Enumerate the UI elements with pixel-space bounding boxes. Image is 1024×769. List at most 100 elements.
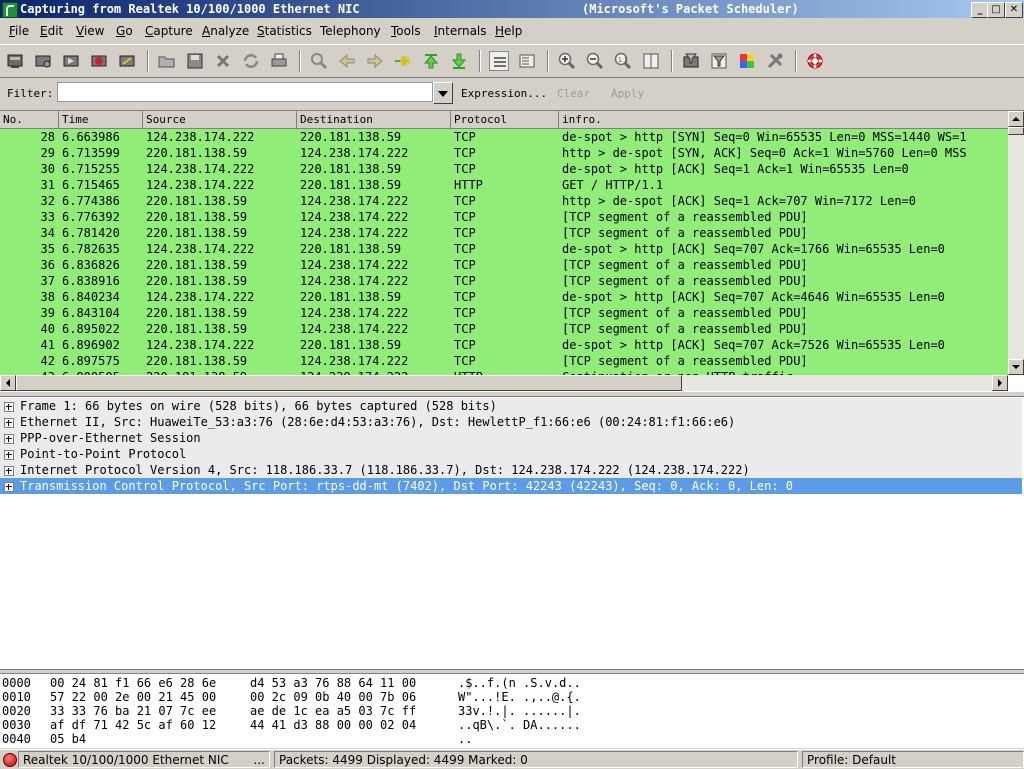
detail-row-ipv4[interactable]: Internet Protocol Version 4, Src: 118.18… xyxy=(0,462,1022,478)
expert-info-led-icon[interactable] xyxy=(3,753,17,767)
packet-row[interactable]: 35 6.782635 124.238.174.222 220.181.138.59 T… xyxy=(0,241,1008,257)
scroll-thumb[interactable] xyxy=(1008,127,1024,135)
save-file-icon[interactable] xyxy=(185,51,205,71)
packet-cell-dst: 124.238.174.222 xyxy=(300,194,409,208)
packet-row[interactable]: 37 6.838916 220.181.138.59 124.238.174.222 T… xyxy=(0,273,1008,289)
open-file-icon[interactable] xyxy=(157,51,177,71)
expand-icon[interactable] xyxy=(4,434,14,444)
help-lifebuoy-icon[interactable] xyxy=(805,51,825,71)
go-back-icon[interactable] xyxy=(337,51,357,71)
preferences-icon[interactable] xyxy=(765,51,785,71)
zoom-out-icon[interactable] xyxy=(585,51,605,71)
resize-columns-icon[interactable] xyxy=(641,51,661,71)
close-button[interactable]: ✕ xyxy=(1005,2,1023,18)
status-profile[interactable]: Profile: Default xyxy=(802,751,1024,768)
detail-row-ppp[interactable]: Point-to-Point Protocol xyxy=(0,446,1022,462)
stop-capture-icon[interactable] xyxy=(89,51,109,71)
find-packet-icon[interactable] xyxy=(309,51,329,71)
packet-row[interactable]: 30 6.715255 124.238.174.222 220.181.138.59 T… xyxy=(0,161,1008,177)
packet-cell-src: 124.238.174.222 xyxy=(146,162,255,176)
menu-analyze[interactable]: Analyze xyxy=(202,24,249,38)
clear-button[interactable]: Clear xyxy=(557,87,590,100)
detail-row-tcp[interactable]: Transmission Control Protocol, Src Port:… xyxy=(0,478,1022,494)
packet-cell-dst: 124.238.174.222 xyxy=(300,274,409,288)
display-filters-icon[interactable] xyxy=(709,51,729,71)
packet-row[interactable]: 31 6.715465 124.238.174.222 220.181.138.59 H… xyxy=(0,177,1008,193)
scroll-down-button[interactable] xyxy=(1008,359,1024,375)
toolbar-separator xyxy=(795,50,797,72)
packet-list-hscrollbar[interactable] xyxy=(0,375,1008,391)
menu-file[interactable]: File xyxy=(9,24,29,38)
packet-list-vscrollbar[interactable] xyxy=(1008,111,1024,375)
expand-icon[interactable] xyxy=(4,450,14,460)
go-first-packet-icon[interactable] xyxy=(421,51,441,71)
menu-edit[interactable]: Edit xyxy=(40,24,63,38)
scroll-left-button[interactable] xyxy=(0,375,16,391)
start-capture-icon[interactable] xyxy=(61,51,81,71)
zoom-normal-icon[interactable]: 1:1 xyxy=(613,51,633,71)
menu-go[interactable]: Go xyxy=(116,24,133,38)
menu-internals[interactable]: Internals xyxy=(434,24,487,38)
packet-cell-dst: 220.181.138.59 xyxy=(300,338,402,352)
go-forward-icon[interactable] xyxy=(365,51,385,71)
menu-telephony[interactable]: Telephony xyxy=(320,24,381,38)
capture-options-icon[interactable] xyxy=(33,51,53,71)
column-header-no[interactable]: No. xyxy=(0,111,59,128)
reload-icon[interactable] xyxy=(241,51,261,71)
packet-row[interactable]: 42 6.897575 220.181.138.59 124.238.174.222 T… xyxy=(0,353,1008,369)
capture-filters-icon[interactable] xyxy=(681,51,701,71)
packet-row[interactable]: 29 6.713599 220.181.138.59 124.238.174.222 T… xyxy=(0,145,1008,161)
scroll-right-button[interactable] xyxy=(992,375,1008,391)
go-last-packet-icon[interactable] xyxy=(449,51,469,71)
packet-row[interactable]: 38 6.840234 124.238.174.222 220.181.138.59 T… xyxy=(0,289,1008,305)
apply-button[interactable]: Apply xyxy=(611,87,644,100)
status-bar: Realtek 10/100/1000 Ethernet NIC... Pack… xyxy=(0,749,1024,769)
packet-row[interactable]: 36 6.836826 220.181.138.59 124.238.174.222 T… xyxy=(0,257,1008,273)
column-header-source[interactable]: Source xyxy=(143,111,297,128)
packet-row[interactable]: 33 6.776392 220.181.138.59 124.238.174.222 T… xyxy=(0,209,1008,225)
maximize-button[interactable]: □ xyxy=(987,2,1005,18)
column-header-info[interactable]: infro. xyxy=(559,111,1008,128)
expand-icon[interactable] xyxy=(4,482,14,492)
interfaces-icon[interactable] xyxy=(5,51,25,71)
detail-row-frame[interactable]: Frame 1: 66 bytes on wire (528 bits), 66… xyxy=(0,398,1022,414)
packet-row[interactable]: 28 6.663986 124.238.174.222 220.181.138.59 T… xyxy=(0,129,1008,145)
coloring-rules-icon[interactable] xyxy=(737,51,757,71)
expand-icon[interactable] xyxy=(4,402,14,412)
detail-row-pppoe[interactable]: PPP-over-Ethernet Session xyxy=(0,430,1022,446)
column-header-time[interactable]: Time xyxy=(59,111,143,128)
wireshark-app-icon xyxy=(2,2,18,18)
packet-row[interactable]: 41 6.896902 124.238.174.222 220.181.138.59 T… xyxy=(0,337,1008,353)
detail-row-ethernet[interactable]: Ethernet II, Src: HuaweiTe_53:a3:76 (28:… xyxy=(0,414,1022,430)
packet-cell-dst: 220.181.138.59 xyxy=(300,162,402,176)
packet-cell-src: 220.181.138.59 xyxy=(146,354,248,368)
packet-cell-src: 220.181.138.59 xyxy=(146,258,248,272)
expand-icon[interactable] xyxy=(4,418,14,428)
menu-capture[interactable]: Capture xyxy=(145,24,193,38)
packet-row[interactable]: 34 6.781420 220.181.138.59 124.238.174.222 T… xyxy=(0,225,1008,241)
close-file-icon[interactable] xyxy=(213,51,233,71)
packet-row[interactable]: 40 6.895022 220.181.138.59 124.238.174.222 T… xyxy=(0,321,1008,337)
print-icon[interactable] xyxy=(269,51,289,71)
packet-cell-dst: 124.238.174.222 xyxy=(300,226,409,240)
expression-button[interactable]: Expression... xyxy=(461,87,547,100)
zoom-in-icon[interactable] xyxy=(557,51,577,71)
column-header-protocol[interactable]: Protocol xyxy=(451,111,559,128)
menu-view[interactable]: View xyxy=(76,24,104,38)
menu-statistics[interactable]: Statistics xyxy=(257,24,312,38)
filter-input[interactable] xyxy=(57,82,433,102)
hscroll-thumb[interactable] xyxy=(16,375,682,391)
packet-cell-dst: 220.181.138.59 xyxy=(300,130,402,144)
menu-help[interactable]: Help xyxy=(495,24,522,38)
scroll-up-button[interactable] xyxy=(1008,111,1024,127)
filter-dropdown-button[interactable] xyxy=(433,82,453,104)
colorize-list-icon[interactable] xyxy=(489,51,509,71)
packet-row[interactable]: 32 6.774386 220.181.138.59 124.238.174.222 T… xyxy=(0,193,1008,209)
menu-tools[interactable]: Tools xyxy=(391,24,421,38)
column-header-destination[interactable]: Destination xyxy=(297,111,451,128)
packet-row[interactable]: 39 6.843104 220.181.138.59 124.238.174.222 T… xyxy=(0,305,1008,321)
restart-capture-icon[interactable] xyxy=(117,51,137,71)
auto-scroll-icon[interactable] xyxy=(517,51,537,71)
expand-icon[interactable] xyxy=(4,466,14,476)
go-to-packet-icon[interactable] xyxy=(393,51,413,71)
